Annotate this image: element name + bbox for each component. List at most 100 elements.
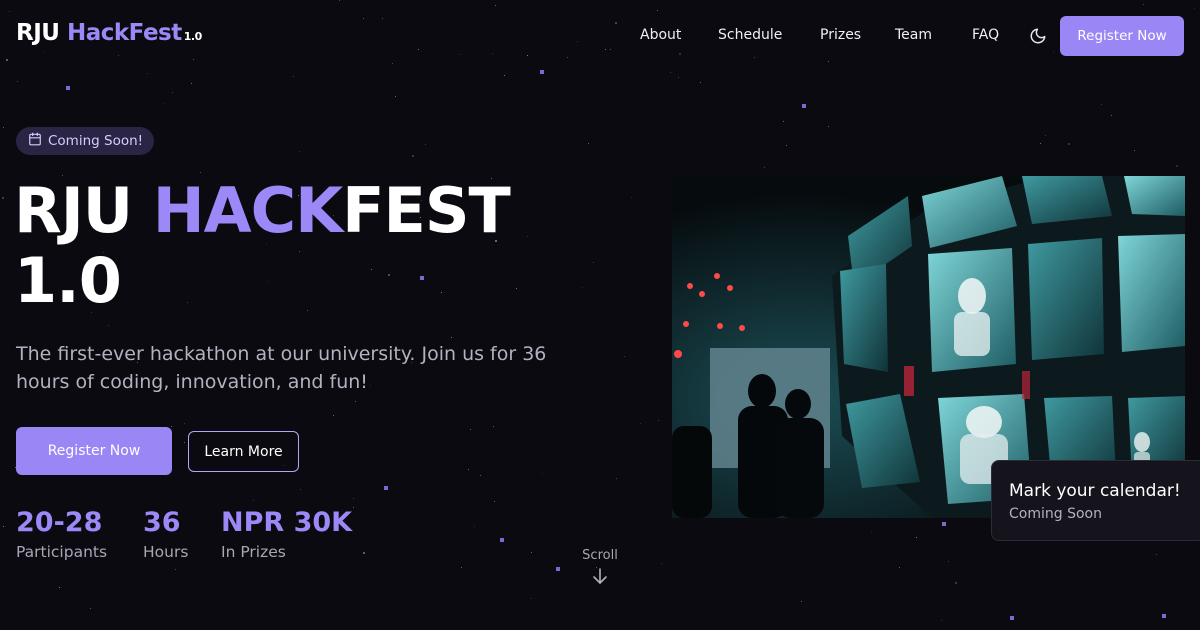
star-dot <box>200 172 201 173</box>
stat-label: In Prizes <box>221 543 286 561</box>
star-dot <box>470 429 471 430</box>
star-dot <box>955 582 957 584</box>
star-dot <box>670 72 671 73</box>
star-dot <box>916 537 917 538</box>
star-dot <box>493 426 494 427</box>
star-dot <box>899 567 900 568</box>
accent-star <box>500 538 504 542</box>
star-dot <box>678 77 679 78</box>
star-dot <box>786 145 787 146</box>
star-dot <box>425 144 426 145</box>
site-logo[interactable]: RJU HackFest 1.0 <box>16 20 202 46</box>
hero-subtitle: The first-ever hackathon at our universi… <box>16 343 547 393</box>
star-dot <box>3 127 4 128</box>
scroll-indicator[interactable]: Scroll <box>574 548 626 585</box>
star-dot <box>395 96 396 97</box>
accent-star <box>1162 614 1166 618</box>
star-dot <box>2 197 4 199</box>
calendar-icon <box>28 132 42 150</box>
star-dot <box>531 598 532 599</box>
star-dot <box>588 143 589 144</box>
star-dot <box>1134 150 1135 151</box>
star-dot <box>948 561 949 562</box>
nav-register-button[interactable]: Register Now <box>1060 16 1184 56</box>
star-dot <box>191 83 192 84</box>
star-dot <box>17 81 18 82</box>
moon-icon[interactable] <box>1029 27 1047 45</box>
star-dot <box>504 75 505 76</box>
stat-value: 20-28 <box>16 507 103 538</box>
star-dot <box>353 507 354 508</box>
star-dot <box>474 526 475 527</box>
star-dot <box>1068 143 1070 145</box>
arrow-down-icon <box>574 567 626 585</box>
star-dot <box>631 197 632 198</box>
star-dot <box>624 356 625 357</box>
star-dot <box>184 442 185 443</box>
star-dot <box>801 601 802 602</box>
card-title: Mark your calendar! <box>1009 481 1181 501</box>
star-dot <box>1156 554 1157 555</box>
star-dot <box>527 236 528 237</box>
star-dot <box>461 567 462 568</box>
star-dot <box>494 501 495 502</box>
accent-star <box>802 104 806 108</box>
star-dot <box>1045 135 1046 136</box>
stat-value: 36 <box>143 507 181 538</box>
stat-participants: 20-28 Participants <box>16 506 107 562</box>
star-dot <box>3 526 4 527</box>
accent-star <box>66 86 70 90</box>
star-dot <box>783 121 784 122</box>
star-dot <box>1040 143 1041 144</box>
star-dot <box>300 489 301 490</box>
star-dot <box>516 288 517 289</box>
star-dot <box>59 587 60 588</box>
accent-star <box>556 567 560 571</box>
nav-link-team[interactable]: Team <box>895 27 932 43</box>
star-dot <box>147 73 148 74</box>
star-dot <box>700 82 701 83</box>
accent-star <box>1010 616 1014 620</box>
nav-link-faq[interactable]: FAQ <box>972 27 999 43</box>
star-dot <box>582 287 583 288</box>
star-dot <box>363 552 365 554</box>
learn-more-button[interactable]: Learn More <box>188 431 299 472</box>
star-dot <box>531 552 532 553</box>
star-dot <box>90 608 91 609</box>
coming-soon-badge: Coming Soon! <box>16 127 155 155</box>
star-dot <box>542 473 543 474</box>
star-dot <box>253 500 254 501</box>
stat-hours: 36 Hours <box>143 506 188 562</box>
star-dot <box>468 469 469 470</box>
scroll-label: Scroll <box>582 548 618 563</box>
star-dot <box>333 415 334 416</box>
register-now-button[interactable]: Register Now <box>16 427 172 475</box>
star-dot <box>658 420 659 421</box>
star-dot <box>175 569 176 570</box>
nav-link-about[interactable]: About <box>640 27 681 43</box>
star-dot <box>184 423 185 424</box>
nav-link-schedule[interactable]: Schedule <box>718 27 782 43</box>
star-dot <box>661 563 662 564</box>
star-dot <box>640 423 641 424</box>
star-dot <box>871 532 872 533</box>
star-dot <box>355 401 356 402</box>
star-dot <box>171 426 172 427</box>
star-dot <box>828 126 829 127</box>
star-dot <box>163 103 164 104</box>
nav-link-prizes[interactable]: Prizes <box>820 27 861 43</box>
star-dot <box>1101 104 1102 105</box>
top-navigation: RJU HackFest 1.0 About Schedule Prizes Te… <box>0 0 1200 72</box>
star-dot <box>293 76 294 77</box>
stat-label: Participants <box>16 543 108 561</box>
star-dot <box>1111 115 1112 116</box>
stat-prizes: NPR 30K In Prizes <box>221 506 352 562</box>
star-dot <box>412 155 414 157</box>
accent-star <box>384 486 388 490</box>
star-dot <box>108 325 109 326</box>
star-dot <box>1176 165 1178 167</box>
stat-label: Hours <box>143 543 189 561</box>
hero-title: RJU HACKFEST 1.0 <box>14 174 511 317</box>
star-dot <box>593 262 594 263</box>
card-subtitle: Coming Soon <box>1009 506 1102 522</box>
